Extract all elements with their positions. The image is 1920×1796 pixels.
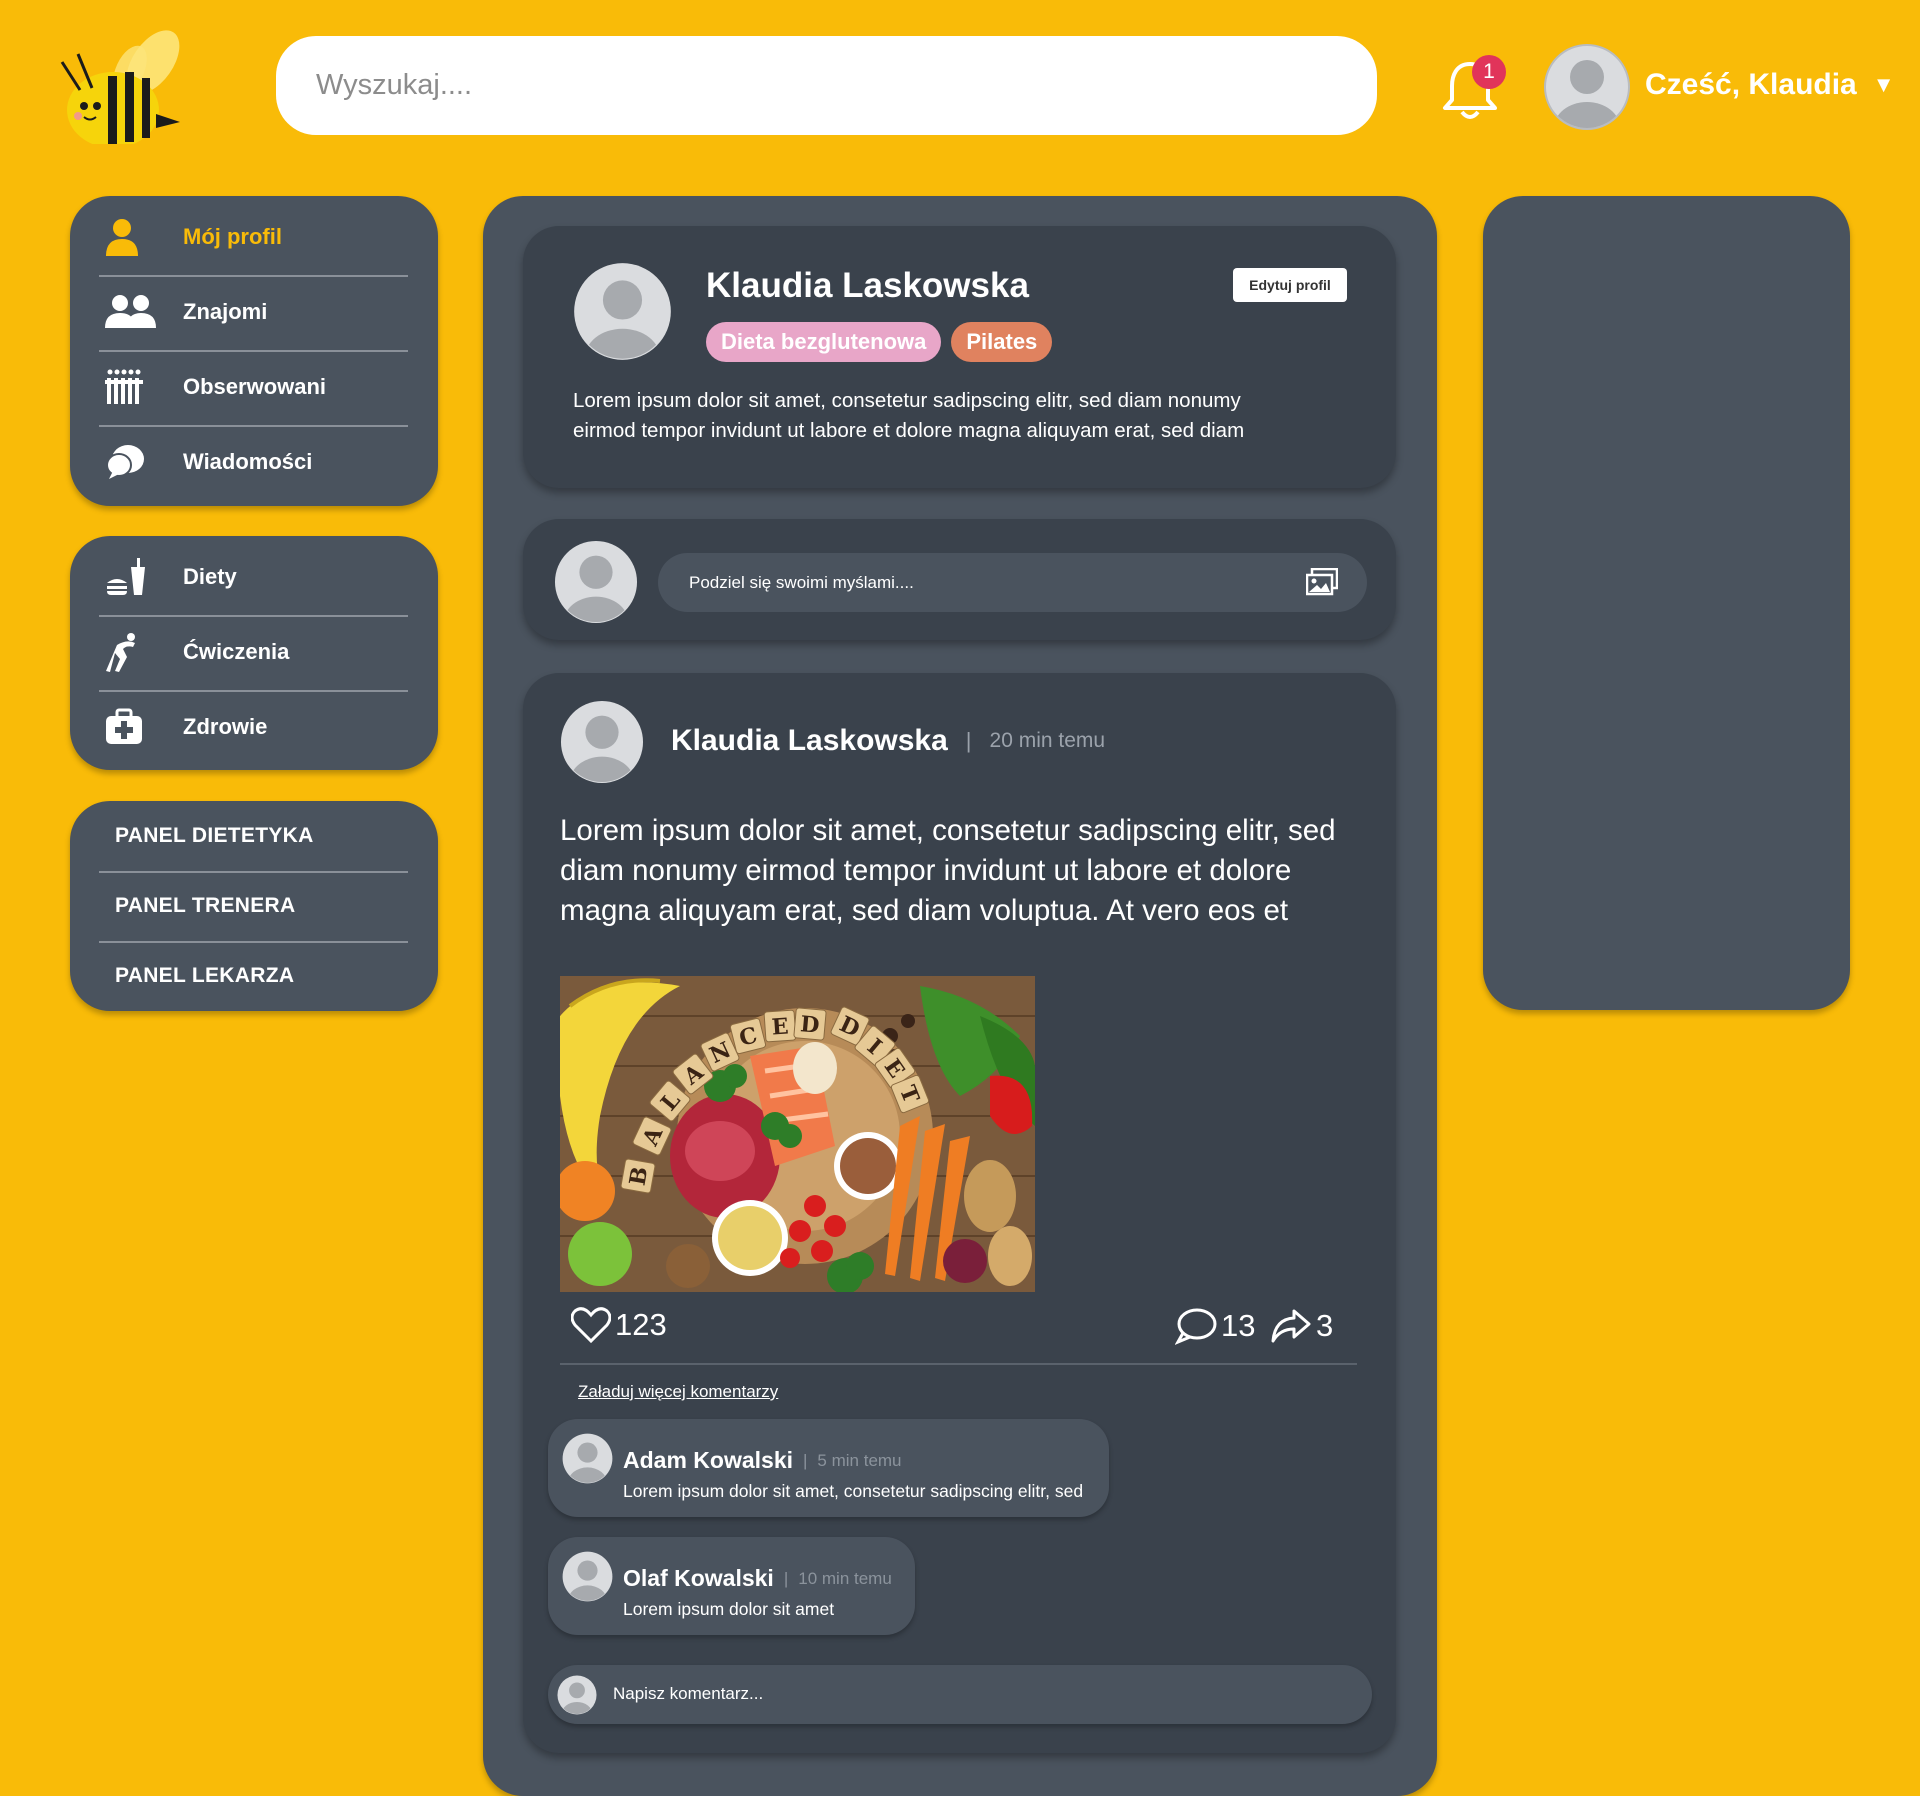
panels-nav-panel: PANEL DIETETYKA PANEL TRENERA PANEL LEKA…	[70, 801, 438, 1011]
divider	[99, 871, 408, 873]
comments-count: 13	[1221, 1308, 1256, 1343]
user-menu[interactable]: Cześć, Klaudia ▼	[1645, 68, 1895, 102]
main-nav-panel: Mój profil Znajomi Obserwowani Wiadomośc…	[70, 196, 438, 506]
like-button[interactable]: 123	[571, 1307, 667, 1343]
comment-text: Lorem ipsum dolor sit amet	[623, 1599, 835, 1619]
sidebar-item-messages[interactable]: Wiadomości	[99, 425, 408, 499]
svg-text:D: D	[799, 1011, 820, 1039]
post-image[interactable]: BALAN C E D DIET	[560, 976, 1035, 1292]
comments-button[interactable]: 13	[1175, 1307, 1255, 1345]
letter-tile: C	[729, 1017, 767, 1055]
letter-tile: E	[763, 1009, 797, 1043]
sidebar-item-label: Wiadomości	[183, 449, 313, 474]
sidebar-item-label: Znajomi	[183, 299, 268, 324]
avatar	[557, 1675, 597, 1715]
separator: |	[783, 1568, 789, 1588]
avatar[interactable]	[1544, 44, 1630, 130]
avatar[interactable]	[554, 540, 638, 624]
post-text-line: magna aliquyam erat, sed diam voluptua. …	[560, 894, 1289, 927]
health-nav-panel: Diety Ćwiczenia Zdrowie	[70, 536, 438, 770]
post-header: Klaudia Laskowska | 20 min temu	[671, 724, 1105, 758]
share-icon	[1271, 1309, 1311, 1343]
sidebar-item-diets[interactable]: Diety	[99, 540, 408, 614]
health-kit-icon	[105, 705, 161, 749]
sidebar-item-label: Diety	[183, 564, 237, 589]
notification-badge: 1	[1472, 55, 1506, 89]
profile-bio: Lorem ipsum dolor sit amet, consetetur s…	[573, 386, 1244, 446]
post-text-line: Lorem ipsum dolor sit amet, consetetur s…	[560, 814, 1336, 847]
greeting-text: Cześć, Klaudia	[1645, 68, 1857, 101]
profile-tags: Dieta bezglutenowa Pilates	[706, 322, 1053, 362]
separator: |	[803, 1450, 808, 1470]
bio-line: eirmod tempor invidunt ut labore et dolo…	[573, 419, 1245, 442]
right-sidebar-panel	[1483, 196, 1850, 1010]
exercise-icon	[105, 630, 161, 674]
letter-tile: D	[793, 1007, 827, 1041]
bee-logo[interactable]	[50, 24, 185, 144]
comment-author[interactable]: Olaf Kowalski	[623, 1565, 774, 1592]
avatar[interactable]	[562, 1433, 613, 1484]
chevron-down-icon: ▼	[1872, 72, 1895, 97]
divider	[99, 941, 408, 943]
separator: |	[965, 728, 972, 753]
sidebar-item-my-profile[interactable]: Mój profil	[99, 200, 408, 274]
friends-icon	[105, 290, 161, 334]
write-comment-input[interactable]: Napisz komentarz...	[548, 1665, 1372, 1724]
bio-line: Lorem ipsum dolor sit amet, consetetur s…	[573, 389, 1241, 412]
messages-icon	[105, 440, 161, 484]
divider	[560, 1363, 1357, 1365]
comment-icon	[1175, 1308, 1217, 1345]
sidebar-item-health[interactable]: Zdrowie	[99, 690, 408, 764]
letter-tile: B	[620, 1158, 656, 1194]
avatar[interactable]	[560, 700, 644, 784]
sidebar-item-label: Mój profil	[183, 224, 282, 249]
comment-text: Lorem ipsum dolor sit amet, consetetur s…	[623, 1481, 1084, 1501]
edit-profile-button[interactable]: Edytuj profil	[1233, 268, 1347, 302]
user-icon	[105, 215, 161, 259]
share-button[interactable]: 3	[1270, 1307, 1333, 1345]
post-text-line: diam nonumy eirmod tempor invidunt ut la…	[560, 854, 1292, 887]
sidebar-item-exercises[interactable]: Ćwiczenia	[99, 615, 408, 689]
post-author[interactable]: Klaudia Laskowska	[671, 724, 948, 758]
likes-count: 123	[615, 1307, 667, 1342]
sidebar-item-followed[interactable]: Obserwowani	[99, 350, 408, 424]
comment-header: Olaf Kowalski | 10 min temu	[623, 1565, 892, 1592]
load-more-comments-link[interactable]: Załaduj więcej komentarzy	[578, 1382, 778, 1402]
panel-doctor-link[interactable]: PANEL LEKARZA	[115, 946, 294, 1006]
search-input[interactable]	[314, 68, 1377, 103]
comment-placeholder: Napisz komentarz...	[613, 1684, 764, 1703]
svg-text:E: E	[771, 1013, 790, 1040]
share-placeholder: Podziel się swoimi myślami....	[689, 572, 914, 592]
sidebar-item-label: Zdrowie	[183, 714, 268, 739]
avatar[interactable]	[562, 1551, 613, 1602]
panel-trainer-link[interactable]: PANEL TRENERA	[115, 876, 295, 936]
comment-header: Adam Kowalski | 5 min temu	[623, 1447, 902, 1474]
share-thoughts-input[interactable]: Podziel się swoimi myślami....	[658, 553, 1367, 612]
post-text: Lorem ipsum dolor sit amet, consetetur s…	[560, 811, 1336, 931]
search-bar[interactable]	[276, 36, 1377, 135]
shares-count: 3	[1316, 1308, 1334, 1343]
sidebar-item-label: Ćwiczenia	[183, 639, 290, 664]
post-time: 20 min temu	[989, 729, 1106, 752]
comment-time: 10 min temu	[798, 1568, 892, 1588]
comment-author[interactable]: Adam Kowalski	[623, 1447, 793, 1474]
sidebar-item-label: Obserwowani	[183, 374, 327, 399]
panel-dietitian-link[interactable]: PANEL DIETETYKA	[115, 806, 314, 866]
tag-pilates[interactable]: Pilates	[951, 322, 1053, 362]
diet-icon	[105, 555, 161, 599]
comment-time: 5 min temu	[817, 1450, 902, 1470]
photo-upload-icon[interactable]	[1306, 568, 1338, 596]
sidebar-item-friends[interactable]: Znajomi	[99, 275, 408, 349]
followed-icon	[105, 365, 161, 409]
profile-name: Klaudia Laskowska	[706, 266, 1029, 305]
avatar[interactable]	[573, 262, 672, 361]
heart-icon	[571, 1307, 611, 1343]
tag-gluten-free[interactable]: Dieta bezglutenowa	[706, 322, 942, 362]
